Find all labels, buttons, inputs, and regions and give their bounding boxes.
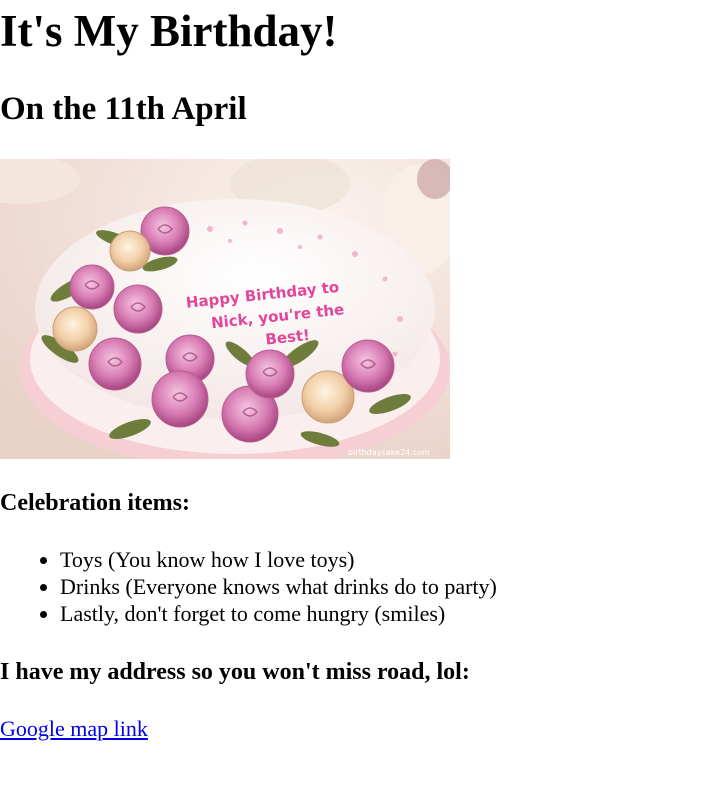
celebration-heading: Celebration items: (0, 490, 190, 516)
celebration-list: Toys (You know how I love toys) Drinks (… (0, 546, 497, 627)
image-watermark: birthdaycake24.com (348, 448, 430, 457)
party-date: On the 11th April (0, 91, 247, 127)
list-item: Lastly, don't forget to come hungry (smi… (60, 600, 497, 627)
address-heading: I have my address so you won't miss road… (0, 659, 470, 685)
google-map-link[interactable]: Google map link (0, 715, 148, 743)
birthday-cake-image: Happy Birthday to Nick, you're the Best! (0, 159, 450, 459)
page-title: It's My Birthday! (0, 6, 338, 56)
list-item: Drinks (Everyone knows what drinks do to… (60, 573, 497, 600)
list-item: Toys (You know how I love toys) (60, 546, 497, 573)
